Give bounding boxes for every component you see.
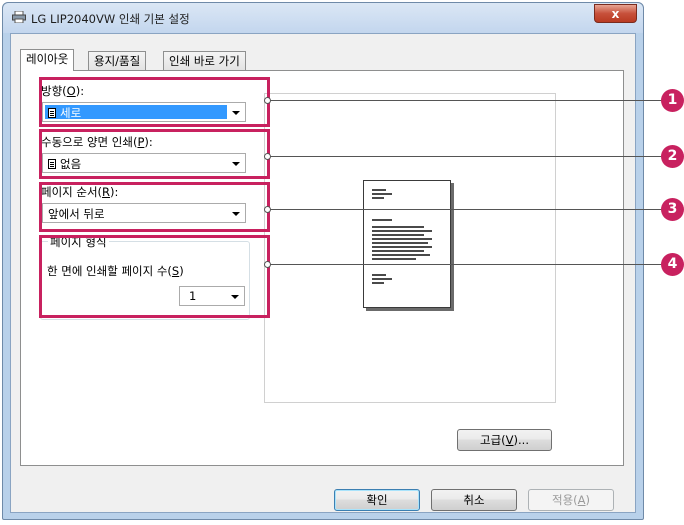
callout-1: 1 [661, 89, 684, 112]
highlight-box-4 [39, 235, 270, 318]
highlight-box-1 [39, 77, 270, 127]
highlight-box-3 [39, 182, 270, 232]
callout-line-2 [270, 156, 663, 157]
cancel-button[interactable]: 취소 [431, 489, 517, 511]
callout-3: 3 [661, 198, 684, 221]
ok-button[interactable]: 확인 [334, 489, 420, 511]
close-button[interactable]: x [594, 4, 637, 23]
layout-preview [264, 93, 556, 403]
printer-icon [12, 11, 26, 23]
advanced-button[interactable]: 고급(V)... [457, 429, 552, 451]
callout-4: 4 [661, 253, 684, 276]
tab-layout[interactable]: 레이아웃 [20, 49, 75, 71]
tab-print-shortcuts[interactable]: 인쇄 바로 가기 [163, 51, 246, 70]
callout-line-3 [270, 209, 663, 210]
highlight-box-2 [39, 129, 270, 179]
preview-page [363, 180, 451, 308]
callout-line-4 [270, 264, 663, 265]
tab-paper-quality[interactable]: 용지/품질 [88, 51, 147, 70]
callout-2: 2 [661, 145, 684, 168]
title-bar[interactable]: LG LIP2040VW 인쇄 기본 설정 x [3, 3, 643, 33]
window-title: LG LIP2040VW 인쇄 기본 설정 [31, 12, 190, 26]
apply-button[interactable]: 적용(A) [528, 489, 614, 511]
callout-line-1 [270, 100, 663, 101]
